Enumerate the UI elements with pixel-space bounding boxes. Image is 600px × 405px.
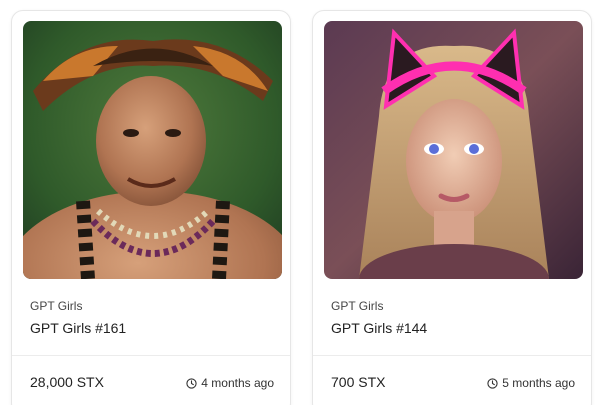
nft-image-art bbox=[324, 21, 583, 279]
nft-card[interactable]: GPT Girls GPT Girls #161 28,000 STX 4 mo… bbox=[11, 10, 291, 405]
nft-image[interactable] bbox=[23, 21, 282, 279]
nft-image-art bbox=[23, 21, 282, 279]
listing-age-text: 5 months ago bbox=[502, 376, 575, 390]
card-divider bbox=[313, 355, 591, 356]
nft-title[interactable]: GPT Girls #161 bbox=[30, 320, 126, 336]
collection-name[interactable]: GPT Girls bbox=[30, 299, 82, 313]
clock-icon bbox=[186, 377, 197, 389]
card-divider bbox=[12, 355, 290, 356]
collection-name[interactable]: GPT Girls bbox=[331, 299, 383, 313]
nft-card-grid: GPT Girls GPT Girls #161 28,000 STX 4 mo… bbox=[0, 0, 600, 405]
nft-price: 700 STX bbox=[331, 374, 386, 390]
listing-age-text: 4 months ago bbox=[201, 376, 274, 390]
nft-card[interactable]: GPT Girls GPT Girls #144 700 STX 5 month… bbox=[312, 10, 592, 405]
listing-age: 4 months ago bbox=[186, 376, 274, 390]
nft-title[interactable]: GPT Girls #144 bbox=[331, 320, 427, 336]
nft-image[interactable] bbox=[324, 21, 583, 279]
clock-icon bbox=[487, 377, 498, 389]
nft-price: 28,000 STX bbox=[30, 374, 104, 390]
listing-age: 5 months ago bbox=[487, 376, 575, 390]
